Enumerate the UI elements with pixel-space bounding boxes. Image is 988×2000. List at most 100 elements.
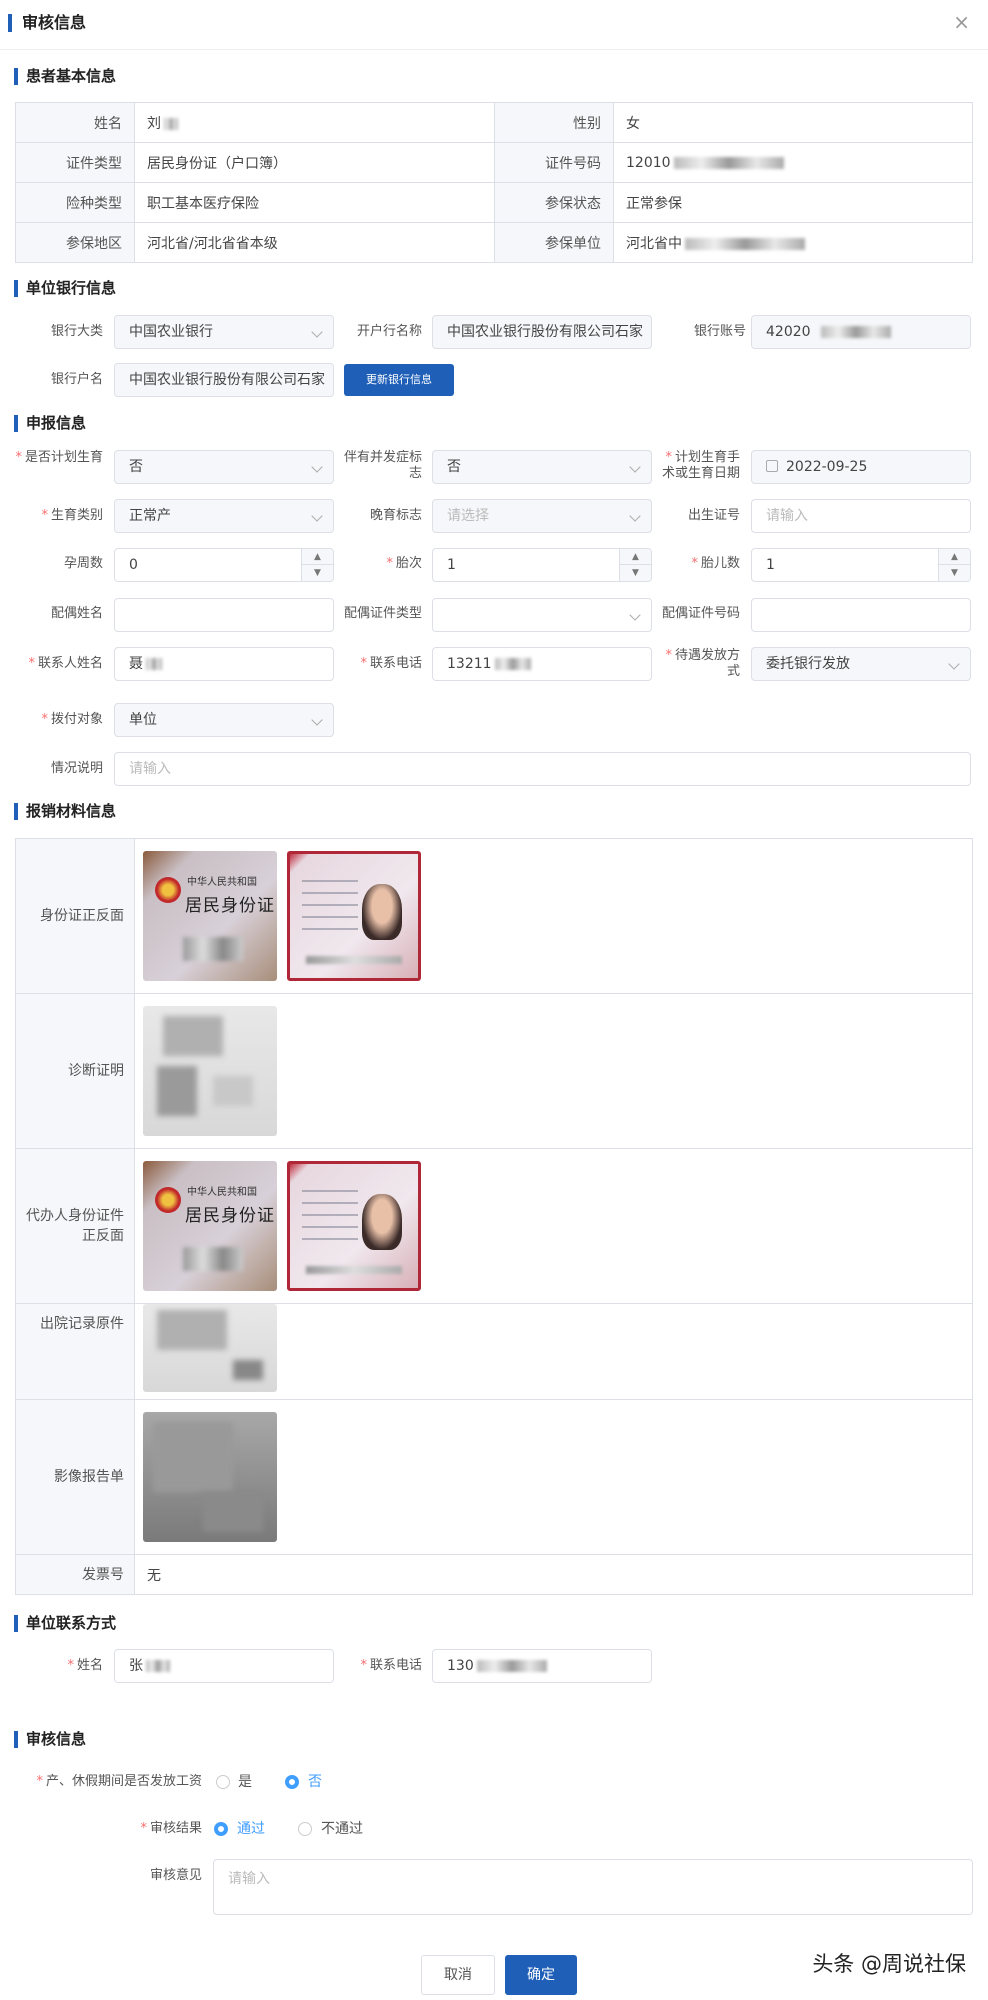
increase-icon[interactable]: ▲: [939, 549, 970, 565]
table-row: 姓名 刘 性别 女: [15, 102, 973, 143]
contact-phone-input[interactable]: 13211: [432, 647, 652, 681]
weeks-stepper[interactable]: 0 ▲ ▼: [114, 548, 334, 582]
id-card-back-thumbnail[interactable]: [287, 851, 421, 981]
bank-type-select[interactable]: 中国农业银行: [114, 315, 334, 349]
label-branch: 开户行名称: [356, 324, 422, 339]
label-insurance-type: 险种类型: [15, 182, 135, 223]
unit-contact-name-input[interactable]: 张: [114, 1649, 334, 1683]
value-id-type: 居民身份证（户口簿）: [134, 142, 495, 183]
birth-type-select[interactable]: 正常产: [114, 499, 334, 533]
fetus-count-stepper[interactable]: 1 ▲ ▼: [751, 548, 971, 582]
account-holder-field[interactable]: 中国农业银行股份有限公司石家: [114, 363, 334, 397]
dialog-title: 审核信息: [8, 14, 86, 32]
label-parity: * 胎次: [386, 556, 422, 571]
mosaic: [183, 937, 243, 961]
review-opinion-textarea[interactable]: 请输入: [213, 1859, 973, 1915]
label-birth-type: * 生育类别: [41, 508, 103, 523]
discharge-record-thumbnail[interactable]: [143, 1304, 277, 1392]
text-lines: [302, 1190, 358, 1250]
increase-icon[interactable]: ▲: [302, 549, 333, 565]
watermark: 头条 @周说社保: [812, 1952, 966, 1976]
national-emblem-icon: [155, 1187, 181, 1213]
contact-name-input[interactable]: 聂: [114, 647, 334, 681]
table-row: 发票号 无: [15, 1554, 973, 1595]
surgery-date-picker[interactable]: 2022-09-25: [751, 450, 971, 484]
unit-contact-phone-input[interactable]: 130: [432, 1649, 652, 1683]
national-emblem-icon: [155, 877, 181, 903]
agent-id-card-front-thumbnail[interactable]: 中华人民共和国 居民身份证: [143, 1161, 277, 1291]
salary-yes-radio[interactable]: [216, 1775, 230, 1789]
id-card-front-thumbnail[interactable]: 中华人民共和国 居民身份证: [143, 851, 277, 981]
label-name: 姓名: [15, 102, 135, 143]
decrease-icon[interactable]: ▼: [620, 565, 651, 581]
cancel-button[interactable]: 取消: [421, 1955, 495, 1995]
section-title-review: 审核信息: [14, 1731, 86, 1748]
account-field[interactable]: 42020: [751, 315, 971, 349]
stepper-controls[interactable]: ▲ ▼: [619, 549, 651, 581]
stepper-controls[interactable]: ▲ ▼: [301, 549, 333, 581]
decrease-icon[interactable]: ▼: [302, 565, 333, 581]
result-fail-label[interactable]: 不通过: [321, 1821, 363, 1837]
late-birth-select[interactable]: 请选择: [432, 499, 652, 533]
parity-stepper[interactable]: 1 ▲ ▼: [432, 548, 652, 582]
confirm-button[interactable]: 确定: [505, 1955, 577, 1995]
salary-yes-label[interactable]: 是: [238, 1774, 252, 1790]
section-title-patient: 患者基本信息: [14, 68, 116, 85]
label-diagnosis: 诊断证明: [15, 993, 135, 1149]
label-salary-paid: * 产、休假期间是否发放工资: [36, 1774, 202, 1789]
imaging-report-thumbnail[interactable]: [143, 1412, 277, 1542]
planned-select[interactable]: 否: [114, 450, 334, 484]
label-pay-target: * 拨付对象: [41, 712, 103, 727]
chevron-down-icon: [311, 510, 323, 522]
mosaic: [306, 956, 402, 964]
remark-input[interactable]: 请输入: [114, 752, 971, 786]
text-lines: [302, 880, 358, 940]
value-insurance-unit: 河北省中: [613, 222, 973, 263]
agent-id-card-back-thumbnail[interactable]: [287, 1161, 421, 1291]
chevron-down-icon: [629, 609, 641, 621]
spouse-id-number-input[interactable]: [751, 598, 971, 632]
label-id-type: 证件类型: [15, 142, 135, 183]
label-birth-cert: 出生证号: [687, 508, 740, 523]
section-title-materials: 报销材料信息: [14, 803, 116, 820]
chevron-down-icon: [311, 714, 323, 726]
label-bank-type: 银行大类: [50, 324, 103, 339]
value-id-number: 12010: [613, 142, 973, 183]
stepper-controls[interactable]: ▲ ▼: [938, 549, 970, 581]
portrait-photo: [362, 1194, 402, 1250]
table-row: 身份证正反面 中华人民共和国 居民身份证: [15, 838, 973, 994]
pay-target-select[interactable]: 单位: [114, 703, 334, 737]
spouse-name-input[interactable]: [114, 598, 334, 632]
label-planned: * 是否计划生育: [15, 450, 103, 465]
value-name: 刘: [134, 102, 495, 143]
branch-field[interactable]: 中国农业银行股份有限公司石家: [432, 315, 652, 349]
salary-no-radio[interactable]: [285, 1775, 299, 1789]
diagnosis-thumbnail[interactable]: [143, 1006, 277, 1136]
salary-no-label[interactable]: 否: [308, 1774, 322, 1790]
label-agent-id-card: 代办人身份证件正反面: [15, 1148, 135, 1304]
label-spouse-name: 配偶姓名: [50, 606, 103, 621]
result-pass-label[interactable]: 通过: [237, 1821, 265, 1837]
decrease-icon[interactable]: ▼: [939, 565, 970, 581]
label-insurance-status: 参保状态: [494, 182, 614, 223]
birth-cert-input[interactable]: 请输入: [751, 499, 971, 533]
complication-select[interactable]: 否: [432, 450, 652, 484]
label-insurance-unit: 参保单位: [494, 222, 614, 263]
mosaic: [183, 1247, 243, 1271]
increase-icon[interactable]: ▲: [620, 549, 651, 565]
chevron-down-icon: [311, 326, 323, 338]
table-row: 诊断证明: [15, 993, 973, 1149]
diagnosis-images: [134, 993, 973, 1149]
spouse-id-type-select[interactable]: [432, 598, 652, 632]
label-surgery-date: * 计划生育手术或生育日期: [661, 450, 740, 481]
update-bank-info-button[interactable]: 更新银行信息: [344, 364, 454, 396]
label-contact-phone: * 联系电话: [360, 656, 422, 671]
close-icon[interactable]: ×: [953, 12, 970, 32]
section-title-unit-contact: 单位联系方式: [14, 1615, 116, 1632]
payment-method-select[interactable]: 委托银行发放: [751, 647, 971, 681]
label-gender: 性别: [494, 102, 614, 143]
result-fail-radio[interactable]: [298, 1822, 312, 1836]
result-pass-radio[interactable]: [214, 1822, 228, 1836]
mosaic: [306, 1266, 402, 1274]
label-id-number: 证件号码: [494, 142, 614, 183]
